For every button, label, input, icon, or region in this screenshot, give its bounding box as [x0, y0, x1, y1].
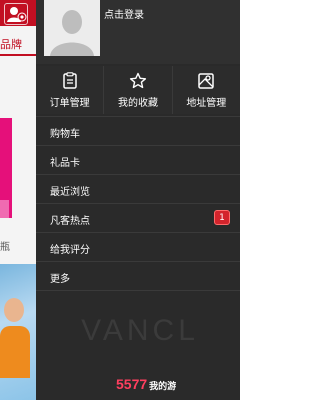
address-button[interactable]: 地址管理 — [173, 66, 240, 114]
model-head — [4, 298, 24, 322]
model-shirt — [0, 326, 30, 378]
favorites-label: 我的收藏 — [117, 98, 158, 109]
user-menu-button[interactable] — [4, 3, 28, 25]
quick-actions: 订单管理 我的收藏 地址管理 — [36, 66, 240, 114]
menu-item-label: 给我评分 — [50, 245, 90, 256]
tab-underline — [0, 54, 36, 56]
drawer-menu: 购物车 礼品卡 最近浏览 凡客热点 1 给我评分 更多 — [36, 116, 240, 291]
orders-button[interactable]: 订单管理 — [36, 66, 105, 114]
login-link[interactable]: 点击登录 — [104, 6, 144, 21]
menu-item-recent[interactable]: 最近浏览 — [36, 174, 240, 203]
menu-item-label: 凡客热点 — [50, 216, 90, 227]
product-caption: 瓶 — [0, 242, 10, 253]
brand-tab[interactable]: 品牌 — [0, 36, 36, 52]
notification-badge: 1 — [214, 210, 230, 225]
brand-logo: VANCL — [81, 314, 199, 347]
orders-label: 订单管理 — [49, 98, 90, 109]
background-page: 品牌 瓶 — [0, 0, 36, 400]
menu-item-label: 礼品卡 — [50, 158, 80, 169]
watermark-sub: 我的游 — [149, 381, 177, 391]
menu-item-rate[interactable]: 给我评分 — [36, 232, 240, 261]
avatar[interactable] — [44, 0, 100, 56]
promo-banner-strip — [0, 200, 9, 218]
star-icon — [129, 72, 147, 90]
profile-header[interactable]: 点击登录 — [36, 0, 240, 64]
menu-item-gift-card[interactable]: 礼品卡 — [36, 145, 240, 174]
user-icon — [5, 4, 27, 24]
watermark-main: 5577 — [116, 376, 148, 392]
menu-item-hot-topics[interactable]: 凡客热点 1 — [36, 203, 240, 232]
app-header — [0, 0, 36, 26]
menu-item-cart[interactable]: 购物车 — [36, 116, 240, 145]
side-drawer: 点击登录 订单管理 我的收藏 地址管理 购物车 礼品卡 最近浏览 凡客热点 1 … — [36, 0, 240, 400]
menu-item-label: 最近浏览 — [50, 187, 90, 198]
site-watermark: 5577 我的游 — [116, 376, 176, 392]
order-list-icon — [61, 72, 79, 90]
map-icon — [197, 72, 215, 90]
menu-item-more[interactable]: 更多 — [36, 261, 240, 291]
address-label: 地址管理 — [186, 98, 227, 109]
menu-item-label: 更多 — [50, 274, 70, 285]
favorites-button[interactable]: 我的收藏 — [104, 66, 173, 114]
menu-item-label: 购物车 — [50, 129, 80, 140]
